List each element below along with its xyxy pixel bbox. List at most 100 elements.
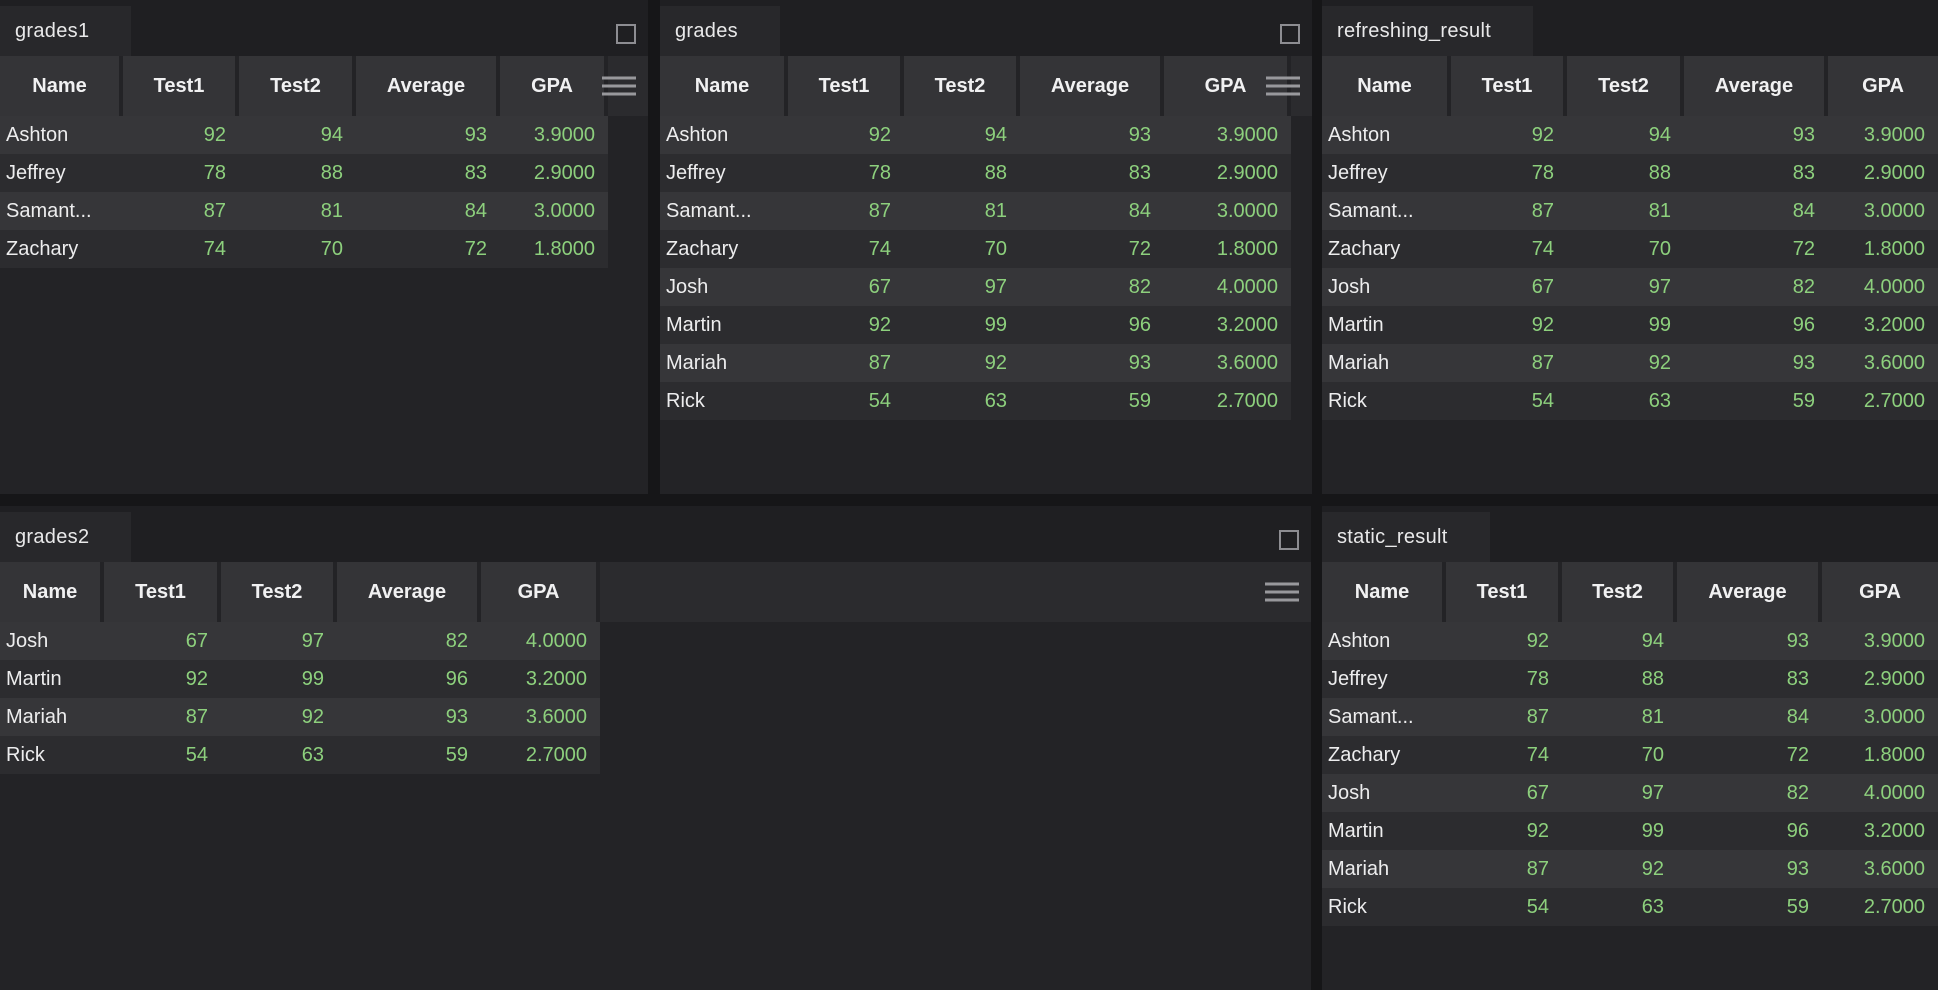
table-row[interactable]: Rick5463592.7000 xyxy=(1322,382,1938,420)
column-header-gpa[interactable]: GPA xyxy=(1828,56,1938,116)
table-row[interactable]: Josh6797824.0000 xyxy=(1322,774,1938,812)
table-row[interactable]: Jeffrey7888832.9000 xyxy=(1322,660,1938,698)
column-header-gpa[interactable]: GPA xyxy=(500,56,608,116)
table-row[interactable]: Zachary7470721.8000 xyxy=(1322,736,1938,774)
table-row[interactable]: Zachary7470721.8000 xyxy=(1322,230,1938,268)
column-header-average[interactable]: Average xyxy=(337,562,481,622)
table-body: Josh6797824.0000Martin9299963.2000Mariah… xyxy=(0,622,1311,774)
column-header-test2[interactable]: Test2 xyxy=(904,56,1020,116)
cell-test1: 92 xyxy=(788,116,904,154)
maximize-button[interactable] xyxy=(616,24,636,44)
cell-gpa: 3.6000 xyxy=(1164,344,1291,382)
table-row[interactable]: Samant...8781843.0000 xyxy=(1322,192,1938,230)
column-header-average[interactable]: Average xyxy=(1020,56,1164,116)
cell-test2: 88 xyxy=(239,154,356,192)
menu-button[interactable] xyxy=(1266,77,1300,96)
maximize-button[interactable] xyxy=(1280,24,1300,44)
column-header-gpa[interactable]: GPA xyxy=(1822,562,1938,622)
column-header-name[interactable]: Name xyxy=(660,56,788,116)
table-row[interactable]: Josh6797824.0000 xyxy=(660,268,1291,306)
table-row[interactable]: Ashton9294933.9000 xyxy=(1322,116,1938,154)
cell-test1: 87 xyxy=(788,192,904,230)
table-row[interactable]: Martin9299963.2000 xyxy=(1322,306,1938,344)
cell-test2: 70 xyxy=(1562,736,1677,774)
cell-gpa: 3.2000 xyxy=(1822,812,1938,850)
column-header-test1[interactable]: Test1 xyxy=(1446,562,1562,622)
column-header-test2[interactable]: Test2 xyxy=(221,562,337,622)
column-header-name[interactable]: Name xyxy=(0,56,123,116)
column-header-test1[interactable]: Test1 xyxy=(788,56,904,116)
cell-name: Ashton xyxy=(0,116,123,154)
tab-grades[interactable]: grades xyxy=(660,6,780,56)
table-row[interactable]: Jeffrey7888832.9000 xyxy=(1322,154,1938,192)
cell-test1: 67 xyxy=(1451,268,1567,306)
table-row[interactable]: Josh6797824.0000 xyxy=(0,622,600,660)
cell-gpa: 3.9000 xyxy=(1822,622,1938,660)
cell-name: Jeffrey xyxy=(1322,154,1451,192)
cell-gpa: 4.0000 xyxy=(481,622,600,660)
column-header-test2[interactable]: Test2 xyxy=(1567,56,1684,116)
cell-test2: 99 xyxy=(904,306,1020,344)
cell-average: 93 xyxy=(337,698,481,736)
column-header-name[interactable]: Name xyxy=(1322,562,1446,622)
table-row[interactable]: Ashton9294933.9000 xyxy=(660,116,1291,154)
table-row[interactable]: Samant...8781843.0000 xyxy=(1322,698,1938,736)
table-row[interactable]: Samant...8781843.0000 xyxy=(660,192,1291,230)
cell-name: Ashton xyxy=(660,116,788,154)
cell-name: Josh xyxy=(1322,774,1446,812)
tab-refreshing_result[interactable]: refreshing_result xyxy=(1322,6,1533,56)
table-row[interactable]: Jeffrey7888832.9000 xyxy=(660,154,1291,192)
table-header: NameTest1Test2AverageGPA xyxy=(1322,56,1938,116)
cell-average: 84 xyxy=(1677,698,1822,736)
table-row[interactable]: Ashton9294933.9000 xyxy=(1322,622,1938,660)
maximize-button[interactable] xyxy=(1279,530,1299,550)
table-row[interactable]: Rick5463592.7000 xyxy=(1322,888,1938,926)
table-row[interactable]: Ashton9294933.9000 xyxy=(0,116,608,154)
column-header-test1[interactable]: Test1 xyxy=(104,562,221,622)
table-row[interactable]: Mariah8792933.6000 xyxy=(1322,850,1938,888)
table-row[interactable]: Martin9299963.2000 xyxy=(1322,812,1938,850)
column-header-average[interactable]: Average xyxy=(356,56,500,116)
table-row[interactable]: Zachary7470721.8000 xyxy=(0,230,608,268)
cell-name: Josh xyxy=(0,622,104,660)
cell-test2: 81 xyxy=(1567,192,1684,230)
column-header-average[interactable]: Average xyxy=(1677,562,1822,622)
table-row[interactable]: Martin9299963.2000 xyxy=(660,306,1291,344)
cell-gpa: 3.0000 xyxy=(1828,192,1938,230)
cell-name: Martin xyxy=(1322,306,1451,344)
table-row[interactable]: Mariah8792933.6000 xyxy=(0,698,600,736)
table-row[interactable]: Mariah8792933.6000 xyxy=(660,344,1291,382)
column-header-name[interactable]: Name xyxy=(0,562,104,622)
tab-static_result[interactable]: static_result xyxy=(1322,512,1490,562)
column-header-test1[interactable]: Test1 xyxy=(123,56,239,116)
column-header-gpa[interactable]: GPA xyxy=(481,562,600,622)
table-body: Ashton9294933.9000Jeffrey7888832.9000Sam… xyxy=(660,116,1312,420)
tab-grades1[interactable]: grades1 xyxy=(0,6,131,56)
column-header-test1[interactable]: Test1 xyxy=(1451,56,1567,116)
table-row[interactable]: Zachary7470721.8000 xyxy=(660,230,1291,268)
tab-grades2[interactable]: grades2 xyxy=(0,512,131,562)
cell-test2: 94 xyxy=(904,116,1020,154)
table-row[interactable]: Jeffrey7888832.9000 xyxy=(0,154,608,192)
cell-test1: 78 xyxy=(1451,154,1567,192)
column-header-test2[interactable]: Test2 xyxy=(239,56,356,116)
hamburger-icon xyxy=(602,77,636,96)
tab-bar: refreshing_result xyxy=(1322,0,1938,56)
table-row[interactable]: Josh6797824.0000 xyxy=(1322,268,1938,306)
column-header-average[interactable]: Average xyxy=(1684,56,1828,116)
column-header-test2[interactable]: Test2 xyxy=(1562,562,1677,622)
cell-test1: 78 xyxy=(788,154,904,192)
menu-button[interactable] xyxy=(1265,583,1299,602)
table-row[interactable]: Rick5463592.7000 xyxy=(660,382,1291,420)
menu-button[interactable] xyxy=(602,77,636,96)
table-row[interactable]: Samant...8781843.0000 xyxy=(0,192,608,230)
table-row[interactable]: Rick5463592.7000 xyxy=(0,736,600,774)
column-header-name[interactable]: Name xyxy=(1322,56,1451,116)
cell-gpa: 4.0000 xyxy=(1822,774,1938,812)
table-row[interactable]: Martin9299963.2000 xyxy=(0,660,600,698)
table-row[interactable]: Mariah8792933.6000 xyxy=(1322,344,1938,382)
cell-average: 93 xyxy=(1020,116,1164,154)
table-header: NameTest1Test2AverageGPA xyxy=(0,562,1311,622)
cell-test1: 74 xyxy=(1451,230,1567,268)
cell-average: 72 xyxy=(1684,230,1828,268)
